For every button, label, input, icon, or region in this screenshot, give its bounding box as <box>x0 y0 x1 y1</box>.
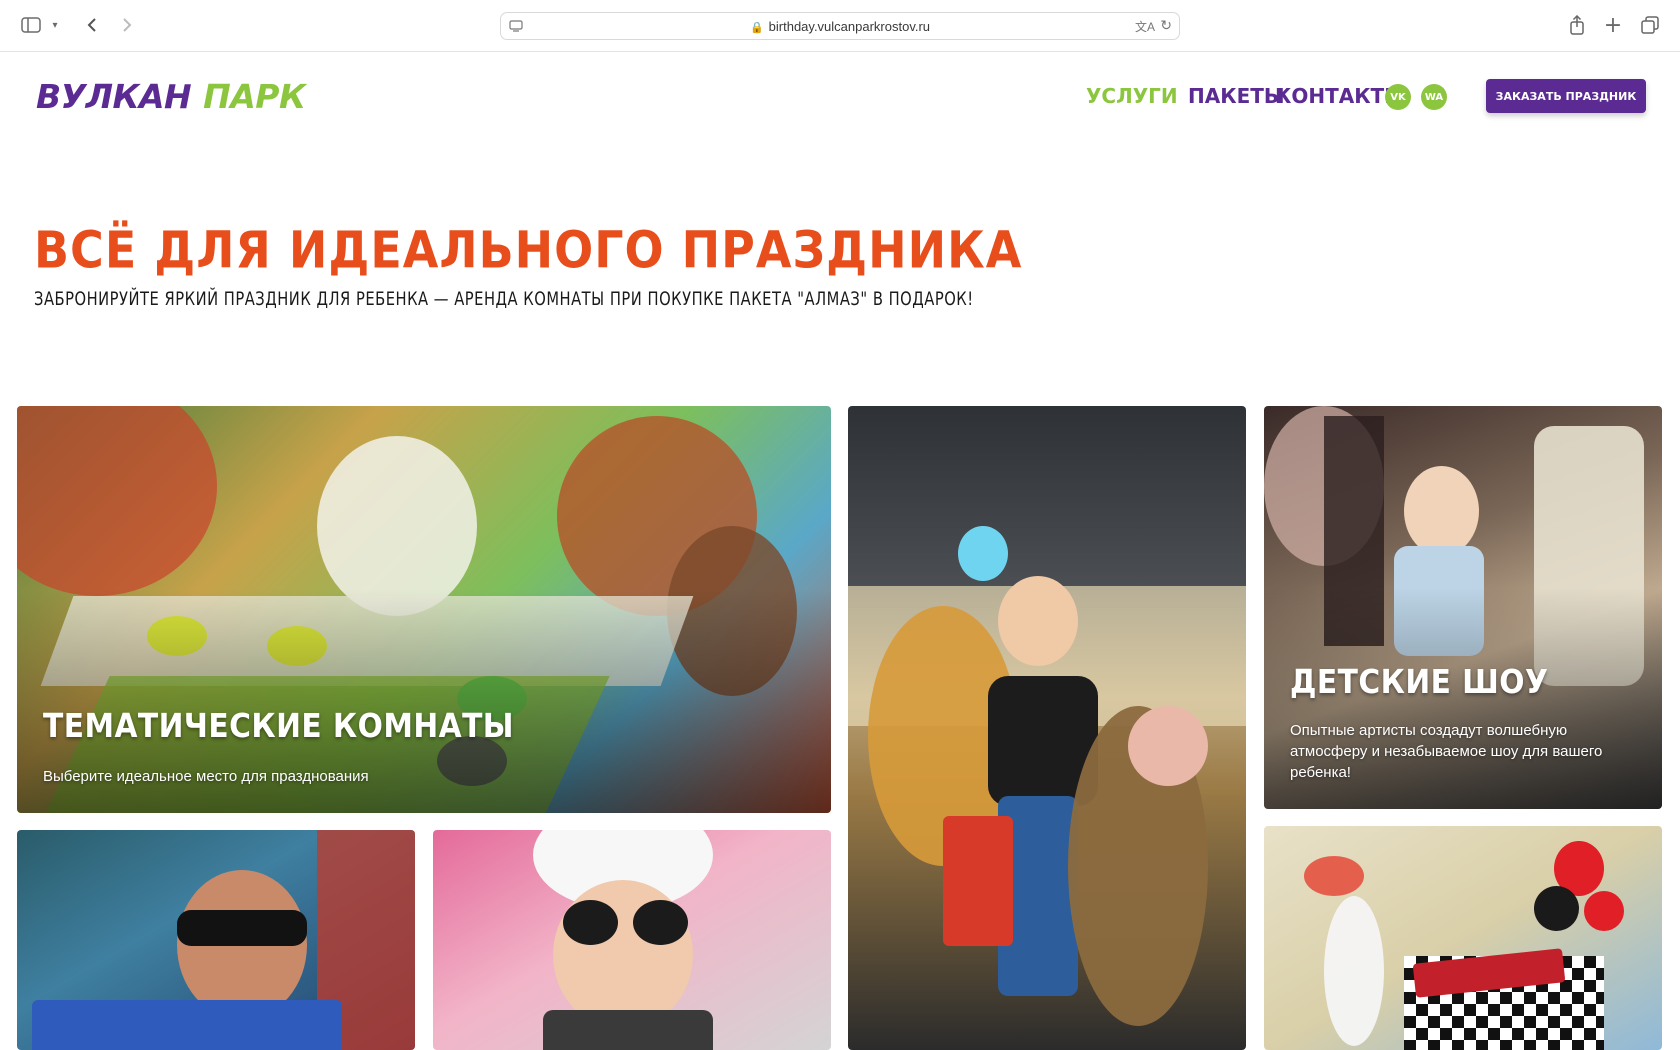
vk-label: VK <box>1390 91 1406 103</box>
logo[interactable]: ВУЛКАН ПАРК <box>36 76 306 116</box>
address-bar[interactable]: 🔒 birthday.vulcanparkrostov.ru 文A ↻ <box>500 12 1180 40</box>
nav-pakety[interactable]: ПАКЕТЫ <box>1188 84 1285 108</box>
whatsapp-icon[interactable]: WA <box>1421 84 1447 110</box>
card-dinosaur-show[interactable] <box>848 406 1246 1050</box>
card-themed-rooms[interactable]: ТЕМАТИЧЕСКИЕ КОМНАТЫ Выберите идеальное … <box>17 406 831 813</box>
card-kids-shows[interactable]: ДЕТСКИЕ ШОУ Опытные артисты создадут вол… <box>1264 406 1662 809</box>
order-party-button[interactable]: ЗАКАЗАТЬ ПРАЗДНИК <box>1486 79 1646 113</box>
card-photo <box>17 830 415 1050</box>
translate-icon[interactable]: 文A <box>1135 18 1155 35</box>
card-photo <box>433 830 831 1050</box>
tab-overview-icon[interactable] <box>1638 12 1662 38</box>
chevron-down-icon[interactable]: ▾ <box>48 12 62 38</box>
card-photo <box>1264 826 1662 1050</box>
lock-icon: 🔒 <box>749 22 764 34</box>
hero-subtitle: ЗАБРОНИРУЙТЕ ЯРКИЙ ПРАЗДНИК ДЛЯ РЕБЕНКА … <box>34 288 974 310</box>
card-title: ТЕМАТИЧЕСКИЕ КОМНАТЫ <box>43 706 515 745</box>
card-decor-photo[interactable] <box>1264 826 1662 1050</box>
whatsapp-label: WA <box>1424 91 1444 103</box>
card-title: ДЕТСКИЕ ШОУ <box>1290 662 1549 701</box>
new-tab-icon[interactable]: + <box>1601 12 1625 38</box>
forward-icon[interactable] <box>115 12 139 38</box>
hero-title: ВСЁ ДЛЯ ИДЕАЛЬНОГО ПРАЗДНИКА <box>34 220 1023 280</box>
logo-word-vulkan: ВУЛКАН <box>36 76 192 116</box>
card-description: Опытные артисты создадут волшебную атмос… <box>1290 722 1603 781</box>
vk-icon[interactable]: VK <box>1385 84 1411 110</box>
reload-icon[interactable]: ↻ <box>1160 17 1172 34</box>
nav-uslugi[interactable]: УСЛУГИ <box>1086 84 1178 108</box>
browser-toolbar: ▾ 🔒 birthday.vulcanparkrostov.ru 文A ↻ + <box>0 0 1680 52</box>
card-photo <box>848 406 1246 1050</box>
sidebar-toggle-icon[interactable] <box>18 12 44 38</box>
share-icon[interactable] <box>1565 12 1589 38</box>
card-quest-photo[interactable] <box>17 830 415 1050</box>
card-description: Выберите идеальное место для праздновани… <box>43 768 369 785</box>
logo-word-park: ПАРК <box>203 76 306 116</box>
back-icon[interactable] <box>80 12 104 38</box>
card-master-class-photo[interactable] <box>433 830 831 1050</box>
url-text: birthday.vulcanparkrostov.ru <box>768 19 931 34</box>
